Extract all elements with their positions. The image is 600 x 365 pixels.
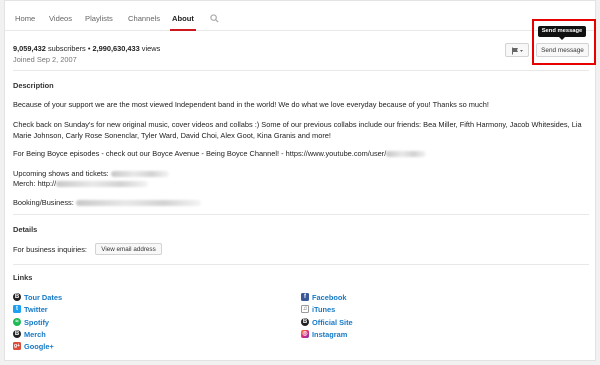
- spotify-icon: ≈: [13, 318, 21, 326]
- redacted-text: [110, 171, 169, 178]
- divider: [13, 70, 589, 71]
- instagram-icon: ◎: [301, 330, 309, 338]
- search-icon[interactable]: [210, 14, 219, 23]
- tickets-text: Upcoming shows and tickets:: [13, 169, 111, 178]
- link-google-plus[interactable]: g+ Google+: [13, 341, 54, 351]
- channel-logo-icon: B: [301, 318, 309, 326]
- merch-text: Merch: http://: [13, 179, 57, 188]
- tab-about[interactable]: About: [170, 1, 196, 31]
- subscriber-suffix: subscribers: [47, 44, 86, 53]
- flag-icon: [512, 47, 523, 55]
- description-title: Description: [13, 81, 54, 90]
- details-title: Details: [13, 225, 38, 234]
- channel-tabs: Home Videos Playlists Channels About: [5, 1, 595, 31]
- channel-logo-icon: B: [13, 293, 21, 301]
- tab-playlists[interactable]: Playlists: [85, 1, 113, 31]
- joined-date: Joined Sep 2, 2007: [13, 55, 77, 64]
- view-suffix: views: [141, 44, 161, 53]
- merch-line: Merch: http://: [13, 179, 149, 188]
- view-email-button[interactable]: View email address: [95, 243, 162, 255]
- send-message-button[interactable]: Send message: [536, 43, 589, 57]
- link-itunes[interactable]: ♫ iTunes: [301, 304, 335, 314]
- link-label: Google+: [24, 341, 54, 351]
- channel-logo-icon: B: [13, 330, 21, 338]
- divider: [13, 264, 589, 265]
- link-label: Twitter: [24, 304, 48, 314]
- link-label: Facebook: [312, 292, 347, 302]
- link-facebook[interactable]: f Facebook: [301, 292, 347, 302]
- facebook-icon: f: [301, 293, 309, 301]
- twitter-icon: t: [13, 305, 21, 313]
- link-label: Merch: [24, 329, 46, 339]
- channel-stats: 9,059,432 subscribers • 2,990,630,433 vi…: [13, 44, 160, 53]
- links-title: Links: [13, 273, 33, 282]
- tab-videos[interactable]: Videos: [49, 1, 72, 31]
- link-label: Instagram: [312, 329, 348, 339]
- view-count: 2,990,630,433: [92, 44, 140, 53]
- redacted-text: [56, 181, 149, 188]
- redacted-text: [75, 200, 201, 207]
- google-plus-icon: g+: [13, 342, 21, 350]
- itunes-icon: ♫: [301, 305, 309, 313]
- link-label: Spotify: [24, 317, 50, 327]
- link-twitter[interactable]: t Twitter: [13, 304, 48, 314]
- link-label: Official Site: [312, 317, 353, 327]
- description-paragraph: Because of your support we are the most …: [13, 100, 489, 109]
- link-tour-dates[interactable]: B Tour Dates: [13, 292, 62, 302]
- description-paragraph: For Being Boyce episodes - check out our…: [13, 149, 427, 158]
- about-card: Home Videos Playlists Channels About 9,0…: [4, 0, 596, 361]
- stats-separator: •: [87, 44, 91, 53]
- tab-channels[interactable]: Channels: [128, 1, 160, 31]
- booking-line: Booking/Business:: [13, 198, 201, 207]
- subscriber-count: 9,059,432: [13, 44, 46, 53]
- flag-dropdown-button[interactable]: [505, 43, 529, 57]
- booking-text: Booking/Business:: [13, 198, 76, 207]
- description-paragraph: Check back on Sunday's for new original …: [13, 120, 582, 140]
- link-merch[interactable]: B Merch: [13, 329, 46, 339]
- business-inquiries-label: For business inquiries:: [13, 245, 87, 254]
- link-instagram[interactable]: ◎ Instagram: [301, 329, 347, 339]
- tab-home[interactable]: Home: [15, 1, 35, 31]
- link-label: Tour Dates: [24, 292, 63, 302]
- link-label: iTunes: [312, 304, 336, 314]
- divider: [13, 214, 589, 215]
- link-official-site[interactable]: B Official Site: [301, 317, 353, 327]
- redacted-text: [386, 151, 427, 158]
- send-message-tooltip: Send message: [538, 26, 586, 40]
- link-spotify[interactable]: ≈ Spotify: [13, 317, 49, 327]
- tickets-line: Upcoming shows and tickets:: [13, 169, 169, 178]
- being-boyce-text: For Being Boyce episodes - check out our…: [13, 149, 387, 158]
